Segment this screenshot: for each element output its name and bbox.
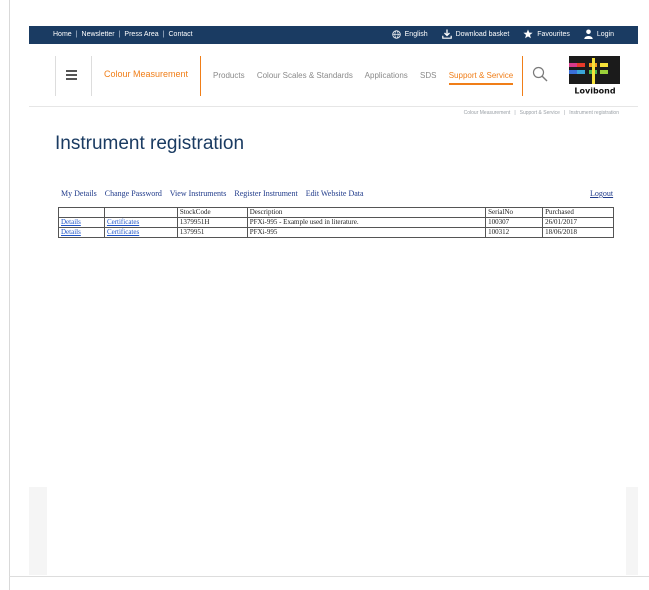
- left-border: [9, 0, 10, 590]
- subnav-my-details[interactable]: My Details: [61, 189, 97, 198]
- purchased-cell: 26/01/2017: [542, 217, 614, 228]
- column-header-description: Description: [246, 207, 487, 218]
- breadcrumb-item[interactable]: Colour Measurement: [464, 110, 511, 116]
- details-link[interactable]: Details: [61, 228, 81, 236]
- star-icon: [523, 29, 533, 39]
- subnav-change-password[interactable]: Change Password: [105, 189, 162, 198]
- page-title: Instrument registration: [55, 133, 245, 154]
- subnav-register-instrument[interactable]: Register Instrument: [234, 189, 297, 198]
- header-divider-accent: [522, 56, 523, 96]
- column-header-stockcode: StockCode: [176, 207, 248, 218]
- hamburger-menu-icon[interactable]: [66, 70, 77, 82]
- utility-actions: English Download basket Favourites Login: [380, 29, 614, 41]
- instruments-table: StockCode Description SerialNo Purchased…: [58, 207, 614, 238]
- table-row: Details Certificates 1379951 PFXi-995 10…: [58, 227, 614, 238]
- search-icon[interactable]: [532, 66, 548, 82]
- nav-item-support-service[interactable]: Support & Service: [448, 71, 514, 85]
- account-subnav: My Details Change Password View Instrume…: [61, 189, 370, 198]
- certificates-link[interactable]: Certificates: [107, 228, 139, 236]
- download-basket-link[interactable]: Download basket: [441, 29, 510, 41]
- subnav-view-instruments[interactable]: View Instruments: [170, 189, 227, 198]
- stockcode-cell: 1379951H: [176, 217, 248, 228]
- breadcrumb-item[interactable]: Support & Service: [520, 110, 560, 116]
- header-divider: [55, 56, 56, 96]
- header-divider-line: [29, 106, 638, 107]
- login-label: Login: [596, 31, 614, 38]
- table-row: Details Certificates 1379951H PFXi-995 -…: [58, 217, 614, 228]
- bottom-border: [9, 576, 649, 577]
- top-utility-bar: Home | Newsletter | Press Area | Contact Engli…: [29, 26, 638, 44]
- column-header: [103, 207, 178, 218]
- language-label: English: [404, 31, 428, 38]
- table-header-row: StockCode Description SerialNo Purchased: [58, 207, 614, 218]
- favourites-label: Favourites: [537, 31, 570, 38]
- details-link[interactable]: Details: [61, 218, 81, 226]
- utility-link-newsletter[interactable]: Newsletter: [82, 31, 115, 38]
- download-icon: [441, 29, 452, 39]
- nav-item-products[interactable]: Products: [213, 71, 245, 80]
- breadcrumb: Colour Measurement | Support & Service | Ins…: [463, 110, 619, 116]
- globe-icon: [391, 29, 401, 39]
- page-frame: Home | Newsletter | Press Area | Contact Engli…: [0, 0, 649, 590]
- serialno-cell: 100312: [485, 227, 544, 238]
- nav-item-applications[interactable]: Applications: [365, 71, 408, 80]
- nav-item-sds[interactable]: SDS: [420, 71, 436, 80]
- utility-link-contact[interactable]: Contact: [169, 31, 193, 38]
- header-divider: [91, 56, 92, 96]
- certificates-link[interactable]: Certificates: [107, 218, 139, 226]
- logout-link[interactable]: Logout: [590, 189, 613, 198]
- description-cell: PFXi-995 - Example used in literature.: [246, 217, 487, 228]
- utility-link-home[interactable]: Home: [53, 31, 72, 38]
- column-header-purchased: Purchased: [542, 207, 614, 218]
- breadcrumb-current: Instrument registration: [569, 110, 619, 116]
- download-basket-label: Download basket: [455, 31, 510, 38]
- column-header: [58, 207, 105, 218]
- lovibond-logo[interactable]: Lovibond: [569, 56, 620, 96]
- header-divider-accent: [200, 56, 201, 96]
- footer-fade-right: [626, 487, 638, 575]
- subnav-edit-website-data[interactable]: Edit Website Data: [306, 189, 364, 198]
- utility-link-press-area[interactable]: Press Area: [124, 31, 158, 38]
- footer-fade-left: [29, 487, 47, 575]
- language-selector[interactable]: English: [391, 29, 428, 41]
- column-header-serialno: SerialNo: [485, 207, 544, 218]
- brand-section-link[interactable]: Colour Measurement: [104, 69, 188, 79]
- stockcode-cell: 1379951: [176, 227, 248, 238]
- nav-item-colour-scales[interactable]: Colour Scales & Standards: [257, 71, 353, 80]
- logo-wordmark: Lovibond: [574, 87, 615, 96]
- description-cell: PFXi-995: [246, 227, 487, 238]
- purchased-cell: 18/06/2018: [542, 227, 614, 238]
- main-header: Colour Measurement Products Colour Scale…: [29, 44, 638, 106]
- favourites-link[interactable]: Favourites: [523, 29, 570, 41]
- main-nav: Products Colour Scales & Standards Appli…: [213, 71, 523, 85]
- user-icon: [584, 29, 593, 40]
- login-link[interactable]: Login: [584, 29, 614, 41]
- utility-links: Home | Newsletter | Press Area | Contact: [53, 31, 193, 38]
- serialno-cell: 100307: [485, 217, 544, 228]
